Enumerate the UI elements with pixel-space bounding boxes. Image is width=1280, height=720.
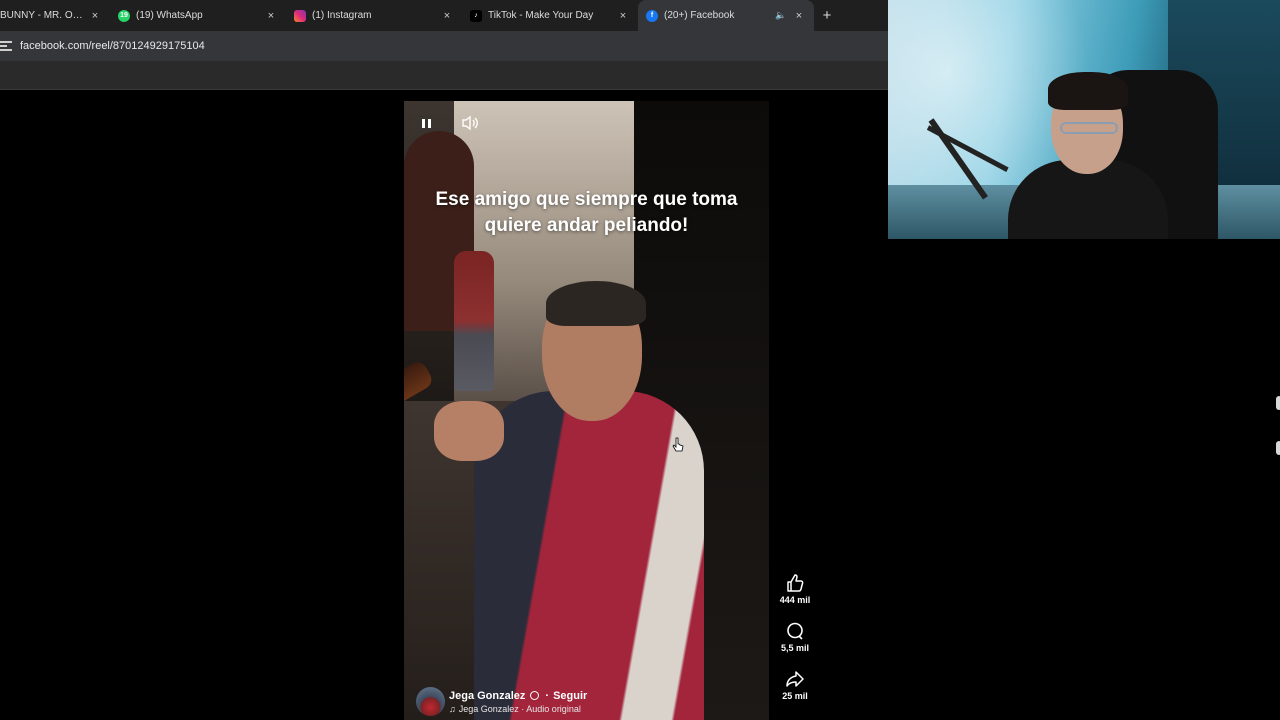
pause-button[interactable] <box>418 115 434 131</box>
tiktok-icon: ♪ <box>470 9 482 22</box>
share-count: 25 mil <box>782 691 808 701</box>
thumbs-up-icon <box>787 574 804 592</box>
mouse-cursor-icon <box>672 437 684 452</box>
comment-count: 5,5 mil <box>780 643 809 653</box>
tab-title: (1) Instagram <box>312 10 372 21</box>
tab-instagram[interactable]: (1) Instagram × <box>286 0 462 31</box>
avatar[interactable] <box>416 687 445 716</box>
comment-button[interactable]: 5,5 mil <box>772 621 818 653</box>
volume-icon[interactable] <box>460 115 480 131</box>
comment-icon <box>787 622 803 640</box>
like-count: 444 mil <box>779 595 811 605</box>
author-info: Jega Gonzalez · Seguir ♫ Jega Gonzalez ·… <box>416 687 587 716</box>
reel-caption: Ese amigo que siempre que toma quiere an… <box>404 187 769 239</box>
separator: · <box>545 689 550 702</box>
facebook-icon: f <box>646 9 658 22</box>
edge-handle[interactable] <box>1276 441 1280 455</box>
tab-bar: BUNNY - MR. OCTO × 19 (19) WhatsApp × (1… <box>0 0 888 31</box>
tab-title: (19) WhatsApp <box>136 10 203 21</box>
caption-line: Ese amigo que siempre que toma <box>435 189 738 210</box>
close-icon[interactable]: × <box>264 10 278 22</box>
audio-text[interactable]: Jega Gonzalez · Audio original <box>459 704 581 714</box>
tab-title: BUNNY - MR. OCTO <box>0 10 88 21</box>
tab-title: TikTok - Make Your Day <box>488 10 594 21</box>
tab-whatsapp[interactable]: 19 (19) WhatsApp × <box>110 0 286 31</box>
tab-music[interactable]: BUNNY - MR. OCTO × <box>0 0 110 31</box>
like-button[interactable]: 444 mil <box>772 573 818 605</box>
instagram-icon <box>294 9 306 22</box>
whatsapp-icon: 19 <box>118 9 130 22</box>
music-note-icon: ♫ <box>449 703 456 714</box>
speaker-icon[interactable]: 🔈 <box>774 10 788 21</box>
follow-button[interactable]: Seguir <box>553 690 587 702</box>
tab-tiktok[interactable]: ♪ TikTok - Make Your Day × <box>462 0 638 31</box>
close-icon[interactable]: × <box>440 10 454 22</box>
edge-handle[interactable] <box>1276 396 1280 410</box>
tab-title: (20+) Facebook <box>664 10 735 21</box>
url-text[interactable]: facebook.com/reel/870124929175104 <box>20 40 205 52</box>
close-icon[interactable]: × <box>616 10 630 22</box>
webcam-overlay <box>888 0 1280 239</box>
share-button[interactable]: 25 mil <box>772 669 818 701</box>
close-icon[interactable]: × <box>792 10 806 22</box>
close-icon[interactable]: × <box>88 10 102 22</box>
tab-facebook[interactable]: f (20+) Facebook 🔈 × <box>638 0 814 31</box>
share-icon <box>786 671 804 687</box>
new-tab-button[interactable]: + <box>814 0 840 31</box>
reel-video[interactable]: Ese amigo que siempre que toma quiere an… <box>404 101 769 720</box>
address-bar[interactable]: facebook.com/reel/870124929175104 <box>0 31 888 61</box>
site-settings-icon[interactable] <box>0 40 12 52</box>
verified-icon <box>530 691 540 700</box>
caption-line: quiere andar peliando! <box>484 215 689 236</box>
author-name[interactable]: Jega Gonzalez <box>449 690 525 702</box>
bookmarks-bar <box>0 61 888 90</box>
